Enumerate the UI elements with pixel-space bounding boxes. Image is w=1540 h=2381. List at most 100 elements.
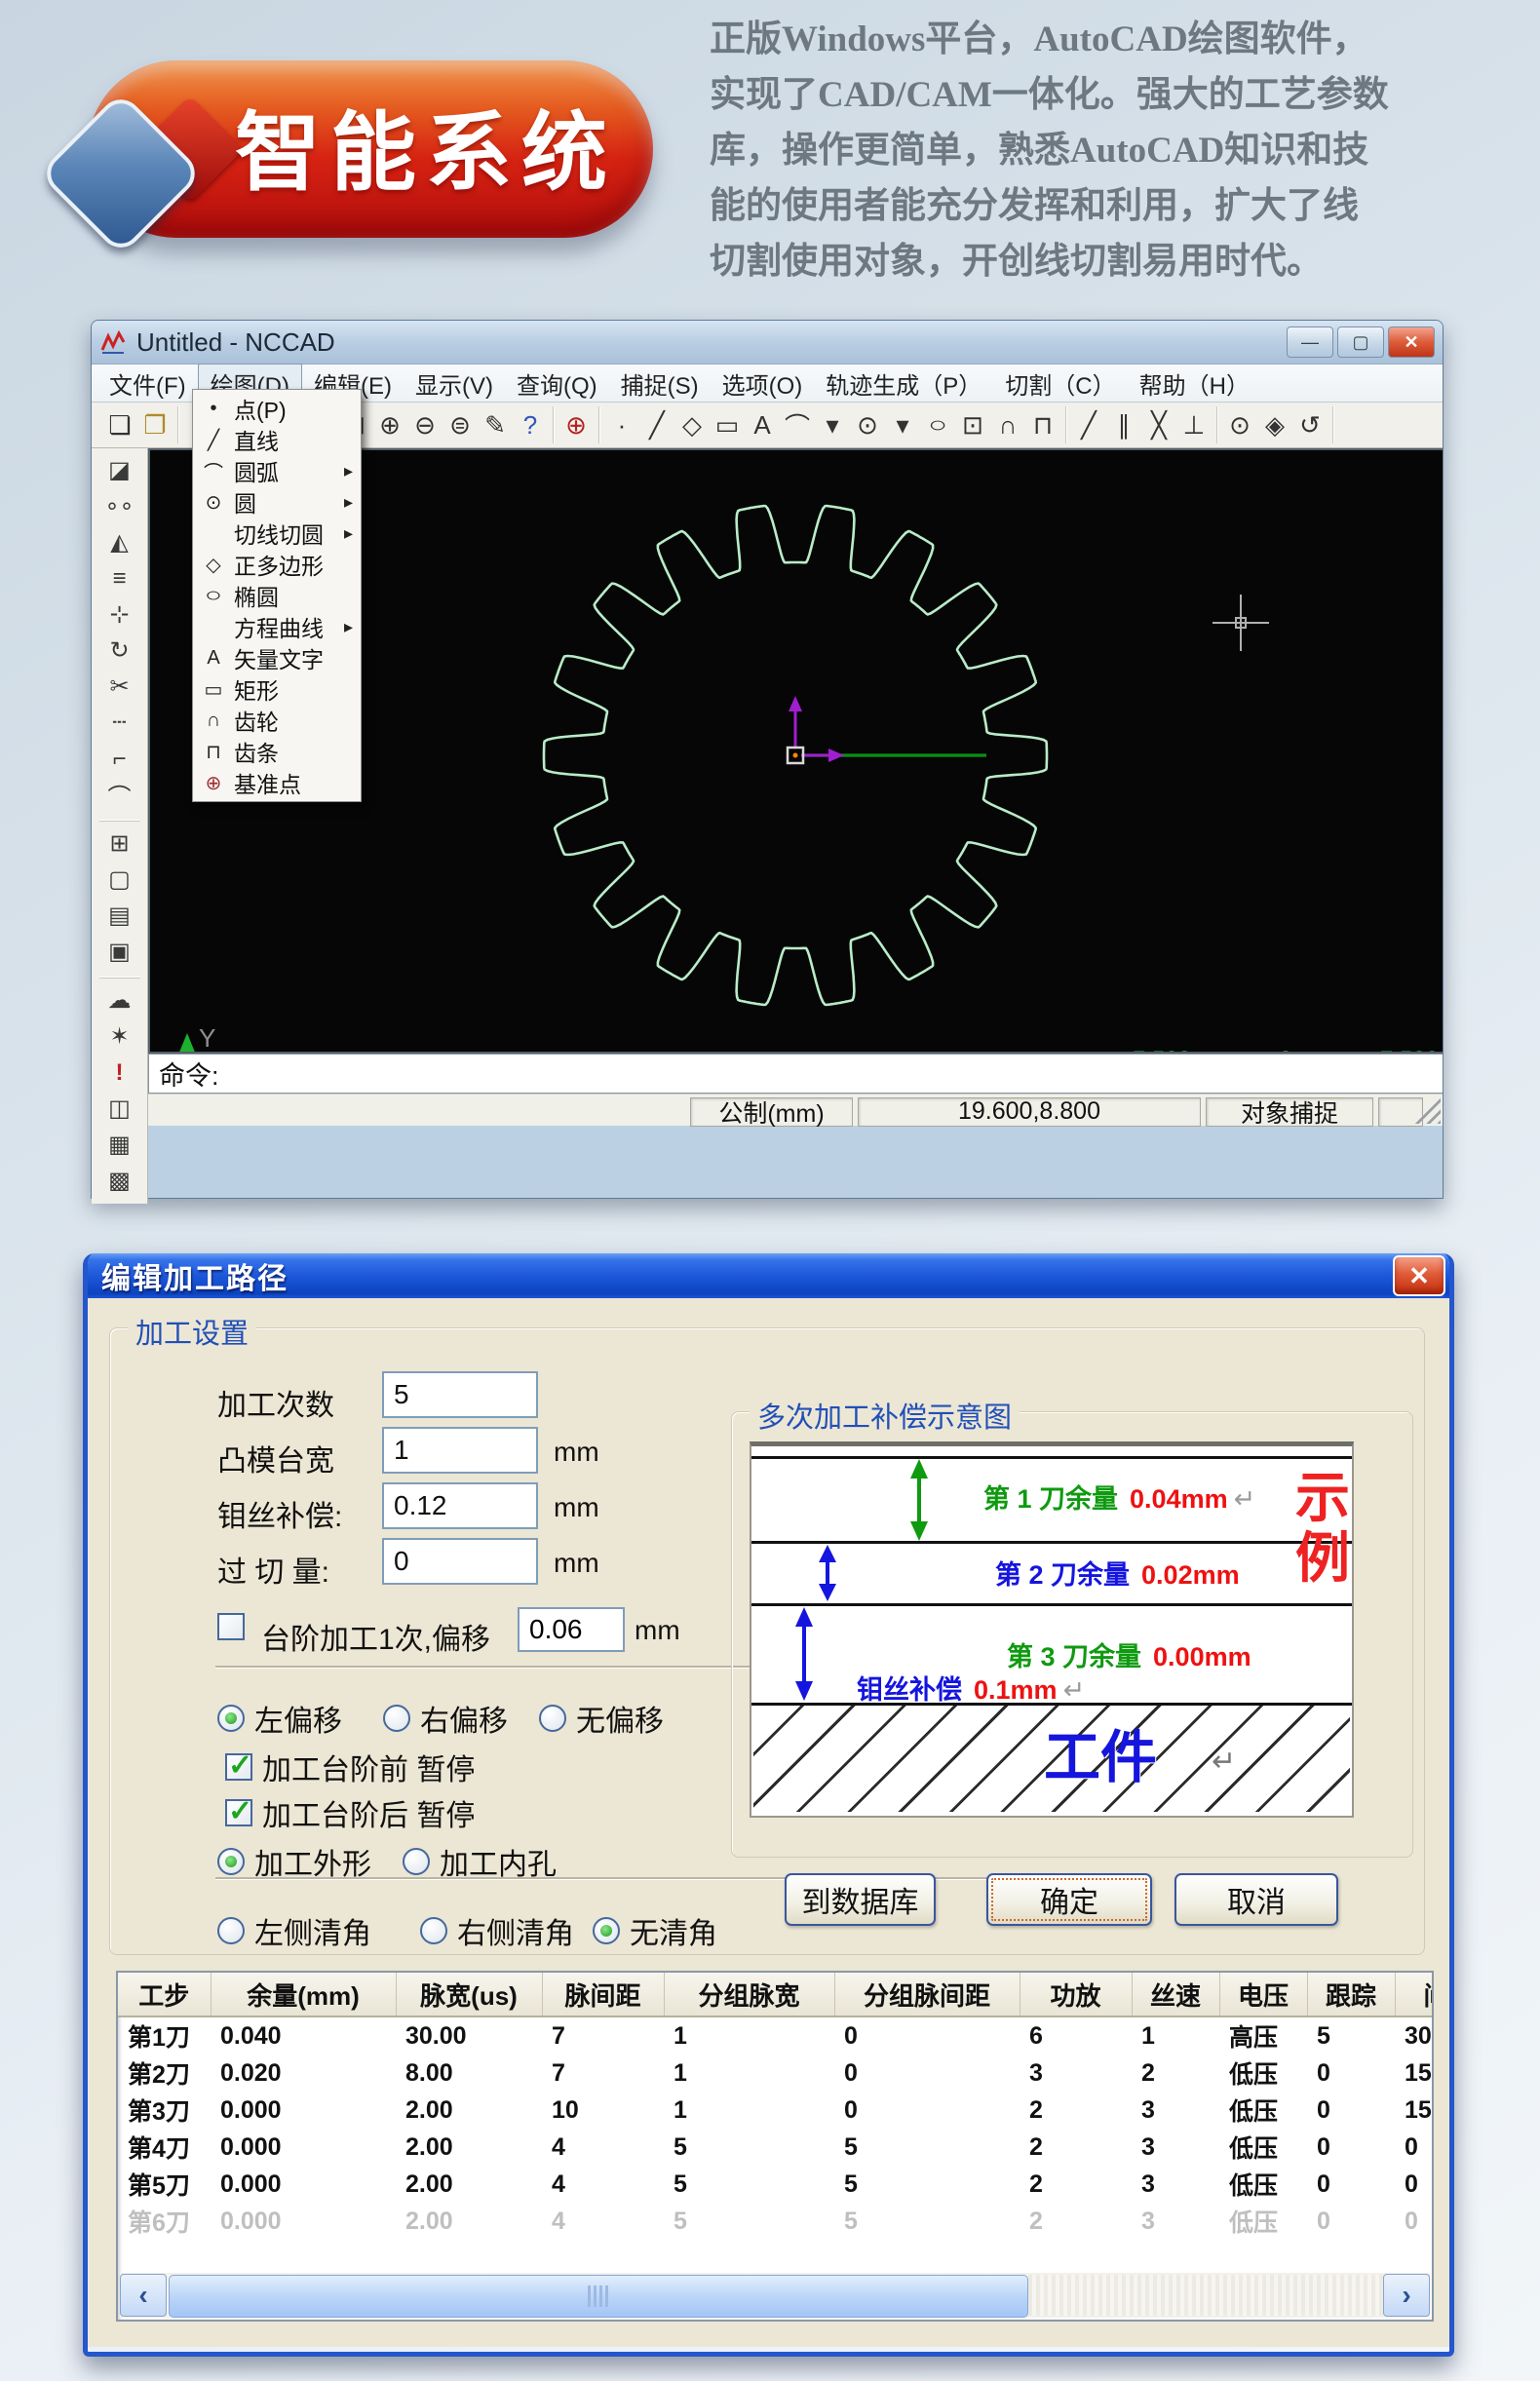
alert-icon[interactable]: ! bbox=[99, 1055, 140, 1091]
draw-menu-item-arc[interactable]: ⌒圆弧▸ bbox=[193, 455, 361, 486]
draw-menu-item-gear[interactable]: ∩齿轮 bbox=[193, 705, 361, 736]
field-input[interactable]: 1 bbox=[382, 1427, 538, 1474]
rect-tool-icon[interactable]: ▭ bbox=[710, 408, 745, 442]
column-header[interactable]: 分组脉间距 bbox=[834, 1973, 1020, 2016]
dialog-close-button[interactable]: ✕ bbox=[1393, 1255, 1445, 1296]
help-icon[interactable]: ? bbox=[513, 408, 548, 442]
scroll-right-button[interactable]: › bbox=[1383, 2274, 1430, 2317]
table-row[interactable]: 第7刀0.0002.0045523低压00 bbox=[118, 2240, 1432, 2246]
arc-tool-icon[interactable]: ⌒ bbox=[780, 408, 815, 442]
table-row[interactable]: 第1刀0.04030.0071061高压530 bbox=[118, 2016, 1432, 2055]
offset-option[interactable]: 无偏移 bbox=[539, 1697, 664, 1740]
polygon-tool-icon[interactable]: ◇ bbox=[674, 408, 710, 442]
zoom-out-icon[interactable]: ⊖ bbox=[407, 408, 443, 442]
transform-icon[interactable]: ▣ bbox=[99, 934, 140, 970]
close-button[interactable]: ✕ bbox=[1388, 326, 1435, 358]
corner-option[interactable]: 无清角 bbox=[593, 1909, 717, 1952]
column-header[interactable]: 余量(mm) bbox=[211, 1973, 396, 2016]
draw-menu-item-datum-point[interactable]: ⊕基准点 bbox=[193, 767, 361, 798]
draw-menu-item-polygon[interactable]: ◇正多边形 bbox=[193, 549, 361, 580]
shape-option[interactable]: 加工外形 bbox=[217, 1840, 371, 1883]
menu-item[interactable]: 显示(V) bbox=[404, 365, 505, 403]
column-header[interactable]: 跟踪 bbox=[1307, 1973, 1395, 2016]
column-header[interactable]: 电压 bbox=[1219, 1973, 1307, 2016]
offset-option[interactable]: 右偏移 bbox=[383, 1697, 508, 1740]
zoom-in-icon[interactable]: ⊕ bbox=[372, 408, 407, 442]
new-file-icon[interactable]: ❏ bbox=[102, 408, 137, 442]
draw-menu-item-rectangle[interactable]: ▭矩形 bbox=[193, 673, 361, 705]
center-circle-icon[interactable]: ⊙ bbox=[1222, 408, 1257, 442]
shape-option[interactable]: 加工内孔 bbox=[403, 1840, 557, 1883]
text-tool-icon[interactable]: A bbox=[745, 408, 780, 442]
menu-item[interactable]: 查询(Q) bbox=[505, 365, 609, 403]
pause-option[interactable]: 加工台阶前 暂停 bbox=[225, 1746, 475, 1788]
menu-item[interactable]: 文件(F) bbox=[97, 365, 198, 403]
erase-icon[interactable]: ◪ bbox=[99, 452, 140, 488]
explode-icon[interactable]: ✶ bbox=[99, 1018, 140, 1055]
table-row[interactable]: 第2刀0.0208.0071032低压015 bbox=[118, 2055, 1432, 2092]
move-icon[interactable]: ⊹ bbox=[99, 596, 140, 633]
point-tool-icon[interactable]: · bbox=[604, 408, 639, 442]
draw-menu-item-rack[interactable]: ⊓齿条 bbox=[193, 736, 361, 767]
menu-item[interactable]: 切割（C） bbox=[993, 365, 1127, 403]
command-line[interactable]: 命令: bbox=[148, 1054, 1443, 1094]
arc-more-icon[interactable]: ▾ bbox=[815, 408, 850, 442]
zoom-extents-icon[interactable]: ⊜ bbox=[443, 408, 478, 442]
field-input[interactable]: 5 bbox=[382, 1371, 538, 1418]
draw-menu-item-line[interactable]: ╱直线 bbox=[193, 424, 361, 455]
status-snap[interactable]: 对象捕捉 bbox=[1206, 1097, 1373, 1127]
draw-menu-item-circle[interactable]: ⊙圆▸ bbox=[193, 486, 361, 518]
step-checkbox[interactable] bbox=[217, 1613, 245, 1640]
parallel-line-icon[interactable]: ∥ bbox=[1106, 408, 1141, 442]
cross-trim-icon[interactable]: ╳ bbox=[1141, 408, 1176, 442]
table-row[interactable]: 第5刀0.0002.0045523低压00 bbox=[118, 2166, 1432, 2203]
column-header[interactable]: 脉间距 bbox=[542, 1973, 664, 2016]
corner-option[interactable]: 左侧清角 bbox=[217, 1909, 371, 1952]
offset-option[interactable]: 左偏移 bbox=[217, 1697, 342, 1740]
menu-item[interactable]: 选项(O) bbox=[711, 365, 815, 403]
circle-tool-icon[interactable]: ⊙ bbox=[850, 408, 885, 442]
menu-item[interactable]: 帮助（H） bbox=[1128, 365, 1261, 403]
perpendicular-icon[interactable]: ⊥ bbox=[1176, 408, 1212, 442]
scroll-thumb[interactable] bbox=[169, 2275, 1028, 2318]
diamond-snap-icon[interactable]: ◈ bbox=[1257, 408, 1292, 442]
cancel-button[interactable]: 取消 bbox=[1174, 1873, 1338, 1926]
open-file-icon[interactable]: ❐ bbox=[137, 408, 173, 442]
maximize-button[interactable]: ▢ bbox=[1337, 326, 1384, 358]
step-input[interactable]: 0.06 bbox=[518, 1607, 625, 1652]
snap-center-icon[interactable]: ⊕ bbox=[558, 408, 594, 442]
tangent-line-icon[interactable]: ╱ bbox=[1071, 408, 1106, 442]
mirror-icon[interactable]: ◭ bbox=[99, 524, 140, 560]
menu-item[interactable]: 捕捉(S) bbox=[609, 365, 711, 403]
to-database-button[interactable]: 到数据库 bbox=[785, 1873, 936, 1926]
pause-option[interactable]: 加工台阶后 暂停 bbox=[225, 1791, 475, 1834]
gear-tool-icon[interactable]: ∩ bbox=[990, 408, 1025, 442]
minimize-button[interactable]: — bbox=[1287, 326, 1333, 358]
table-row[interactable]: 第4刀0.0002.0045523低压00 bbox=[118, 2129, 1432, 2166]
column-header[interactable]: 分组脉宽 bbox=[664, 1973, 834, 2016]
scroll-left-button[interactable]: ‹ bbox=[120, 2274, 167, 2317]
rack-tool-icon[interactable]: ⊓ bbox=[1025, 408, 1060, 442]
table-row[interactable]: 第3刀0.0002.00101023低压015 bbox=[118, 2092, 1432, 2129]
image-icon[interactable]: ◫ bbox=[99, 1091, 140, 1127]
field-input[interactable]: 0.12 bbox=[382, 1482, 538, 1529]
draw-menu-item-tangent-circle[interactable]: 切线切圆▸ bbox=[193, 518, 361, 549]
ellipse-icon[interactable]: ○ bbox=[911, 408, 964, 442]
draw-menu-item-point[interactable]: •点(P) bbox=[193, 393, 361, 424]
rotate-snap-icon[interactable]: ↺ bbox=[1292, 408, 1328, 442]
break-icon[interactable]: ┄ bbox=[99, 705, 140, 741]
column-header[interactable]: 功放 bbox=[1020, 1973, 1132, 2016]
ok-button[interactable]: 确定 bbox=[986, 1873, 1152, 1926]
draw-menu-item-ellipse[interactable]: ○椭圆 bbox=[193, 580, 361, 611]
fillet-icon[interactable]: ⌒ bbox=[99, 777, 140, 813]
chamfer-icon[interactable]: ⌐ bbox=[99, 741, 140, 777]
title-bar[interactable]: Untitled - NCCAD —▢✕ bbox=[92, 321, 1443, 365]
table-row[interactable]: 第6刀0.0002.0045523低压00 bbox=[118, 2203, 1432, 2240]
trim-icon[interactable]: ✂ bbox=[99, 669, 140, 705]
field-input[interactable]: 0 bbox=[382, 1538, 538, 1585]
rotate-icon[interactable]: ↻ bbox=[99, 633, 140, 669]
draw-menu-item-equation-curve[interactable]: 方程曲线▸ bbox=[193, 611, 361, 642]
ole-icon[interactable]: ▦ bbox=[99, 1127, 140, 1163]
cloud-icon[interactable]: ☁ bbox=[99, 978, 140, 1018]
line-tool-icon[interactable]: ╱ bbox=[639, 408, 674, 442]
